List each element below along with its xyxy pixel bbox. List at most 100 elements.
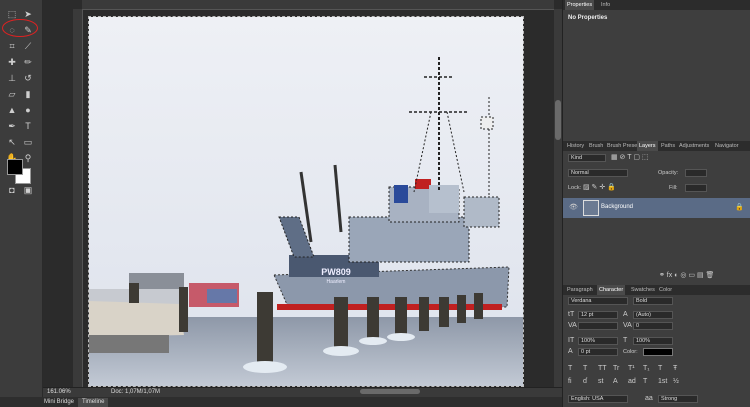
font-style-select[interactable]: Bold xyxy=(633,297,673,305)
type-icon[interactable]: T xyxy=(22,120,34,132)
kind-label: Kind xyxy=(571,155,583,161)
path-select-icon[interactable]: ↖ xyxy=(6,136,18,148)
clone-stamp-icon[interactable]: ⊥ xyxy=(6,72,18,84)
vertical-scroll-thumb[interactable] xyxy=(555,100,561,140)
vertical-scrollbar[interactable] xyxy=(554,9,562,387)
gradient-icon[interactable]: ▮ xyxy=(22,88,34,100)
text-style-glyph[interactable]: Tr xyxy=(613,365,619,373)
tab-brush[interactable]: Brush xyxy=(587,141,605,151)
quick-mask-icon[interactable]: ◘ xyxy=(6,184,18,196)
layer-row-background[interactable]: 👁 Background 🔒 xyxy=(563,198,750,218)
tab-character[interactable]: Character xyxy=(597,285,626,295)
tab-color[interactable]: Color xyxy=(657,285,674,295)
tab-adjustments[interactable]: Adjustments xyxy=(677,141,711,151)
tab-paragraph[interactable]: Paragraph xyxy=(565,285,595,295)
text-style-glyph[interactable]: Ŧ xyxy=(673,365,677,373)
dodge-icon[interactable]: ● xyxy=(22,104,34,116)
tab-navigator[interactable]: Navigator xyxy=(713,141,741,151)
filter-icons[interactable]: ▦ ⊘ T ▢ ⬚ xyxy=(611,154,649,162)
lock-label: Lock: xyxy=(568,185,582,191)
brush-icon[interactable]: ✏ xyxy=(22,56,34,68)
kerning-icon: VA xyxy=(568,322,577,329)
eyedropper-icon[interactable]: ⟋ xyxy=(22,40,34,52)
opentype-glyph[interactable]: 1st xyxy=(658,378,667,386)
blur-icon[interactable]: ▲ xyxy=(6,104,18,116)
ruler-horizontal xyxy=(82,0,554,10)
text-style-glyph[interactable]: T xyxy=(568,365,572,373)
tracking-value: 0 xyxy=(636,323,640,329)
antialias-select[interactable]: Strong xyxy=(658,395,698,403)
properties-tab-bar: Properties Info xyxy=(563,0,750,10)
foreground-color-swatch[interactable] xyxy=(7,159,23,175)
text-style-glyph[interactable]: TT xyxy=(598,365,607,373)
tab-timeline[interactable]: Timeline xyxy=(78,398,109,407)
horizontal-scroll-thumb[interactable] xyxy=(360,389,420,394)
layers-bottom-toolbar: ⚭ fx ◐ ◎ ▭ ▤ 🗑 xyxy=(563,270,750,282)
visibility-eye-icon[interactable]: 👁 xyxy=(569,204,578,212)
vertical-scale-field[interactable]: 100% xyxy=(578,337,618,345)
pen-icon[interactable]: ✒ xyxy=(6,120,18,132)
shape-icon[interactable]: ▭ xyxy=(22,136,34,148)
kerning-field[interactable] xyxy=(578,322,618,330)
font-family-value: Verdana xyxy=(571,298,592,304)
tab-properties[interactable]: Properties xyxy=(565,0,595,10)
opentype-glyph[interactable]: T xyxy=(643,378,647,386)
horizontal-scale-icon: T xyxy=(623,337,628,344)
crop-icon[interactable]: ⌗ xyxy=(6,40,18,52)
opentype-row: fi ɗ st A ad T 1st ½ xyxy=(568,378,718,387)
language-select[interactable]: English: USA xyxy=(568,395,628,403)
move-icon[interactable]: ➤ xyxy=(22,8,34,20)
tab-mini-bridge[interactable]: Mini Bridge xyxy=(40,398,78,407)
antialias-value: Strong xyxy=(661,396,678,402)
doc-size-info[interactable]: Doc: 1,07M/1,07M xyxy=(111,389,160,395)
ship-port-text: Haarlem xyxy=(327,279,346,285)
horizontal-scale-field[interactable]: 100% xyxy=(633,337,673,345)
font-size-field[interactable]: 12 pt xyxy=(578,311,618,319)
tools-panel: ⬚ ➤ ◌ ✎ ⌗ ⟋ ✚ ✏ ⊥ ↺ ▱ ▮ ▲ ● ✒ T ↖ ▭ ✋ ⚲ … xyxy=(0,0,43,397)
document-canvas[interactable]: PW809 Haarlem xyxy=(88,16,524,387)
tab-layers[interactable]: Layers xyxy=(637,141,658,151)
history-brush-icon[interactable]: ↺ xyxy=(22,72,34,84)
tab-history[interactable]: History xyxy=(565,141,586,151)
opentype-glyph[interactable]: ɗ xyxy=(583,378,587,386)
text-color-swatch[interactable] xyxy=(643,348,673,356)
opentype-glyph[interactable]: fi xyxy=(568,378,572,386)
font-size-icon: tT xyxy=(568,311,575,318)
right-panels: Properties Info No Properties History Br… xyxy=(562,0,750,407)
eraser-icon[interactable]: ▱ xyxy=(6,88,18,100)
text-style-glyph[interactable]: T¹ xyxy=(628,365,635,373)
opentype-glyph[interactable]: ad xyxy=(628,378,636,386)
text-style-glyph[interactable]: T xyxy=(583,365,587,373)
baseline-value: 0 pt xyxy=(581,349,591,355)
opentype-glyph[interactable]: A xyxy=(613,378,618,386)
tab-paths[interactable]: Paths xyxy=(659,141,677,151)
text-style-glyph[interactable]: T xyxy=(658,365,662,373)
leading-field[interactable]: (Auto) xyxy=(633,311,673,319)
layer-kind-filter[interactable]: Kind xyxy=(568,154,606,162)
text-style-glyph[interactable]: T₁ xyxy=(643,365,650,373)
baseline-shift-field[interactable]: 0 pt xyxy=(578,348,618,356)
tracking-field[interactable]: 0 xyxy=(633,322,673,330)
opacity-label: Opacity: xyxy=(658,170,679,176)
bottom-panel-tabs: Mini Bridge Timeline xyxy=(0,397,562,407)
ruler-vertical xyxy=(73,9,83,387)
tab-info[interactable]: Info xyxy=(599,0,612,10)
blend-mode-select[interactable]: Normal xyxy=(568,169,628,177)
fill-field[interactable] xyxy=(685,184,707,192)
tab-swatches[interactable]: Swatches xyxy=(629,285,657,295)
font-family-select[interactable]: Verdana xyxy=(568,297,628,305)
zoom-icon[interactable]: ⚲ xyxy=(22,152,34,164)
lock-icons[interactable]: ▨ ✎ ✛ 🔒 xyxy=(583,184,616,192)
screen-mode-icon[interactable]: ▣ xyxy=(22,184,34,196)
layer-lock-icon: 🔒 xyxy=(735,204,744,211)
font-size-value: 12 pt xyxy=(581,312,594,318)
zoom-level[interactable]: 161.06% xyxy=(47,389,71,395)
vertical-scale-icon: IT xyxy=(568,337,575,344)
layer-action-icons[interactable]: ⚭ fx ◐ ◎ ▭ ▤ 🗑 xyxy=(659,272,714,280)
healing-brush-icon[interactable]: ✚ xyxy=(6,56,18,68)
opacity-field[interactable] xyxy=(685,169,707,177)
leading-icon: A xyxy=(623,311,628,318)
horizontal-scale-value: 100% xyxy=(636,338,651,344)
opentype-glyph[interactable]: st xyxy=(598,378,603,386)
opentype-glyph[interactable]: ½ xyxy=(673,378,679,386)
